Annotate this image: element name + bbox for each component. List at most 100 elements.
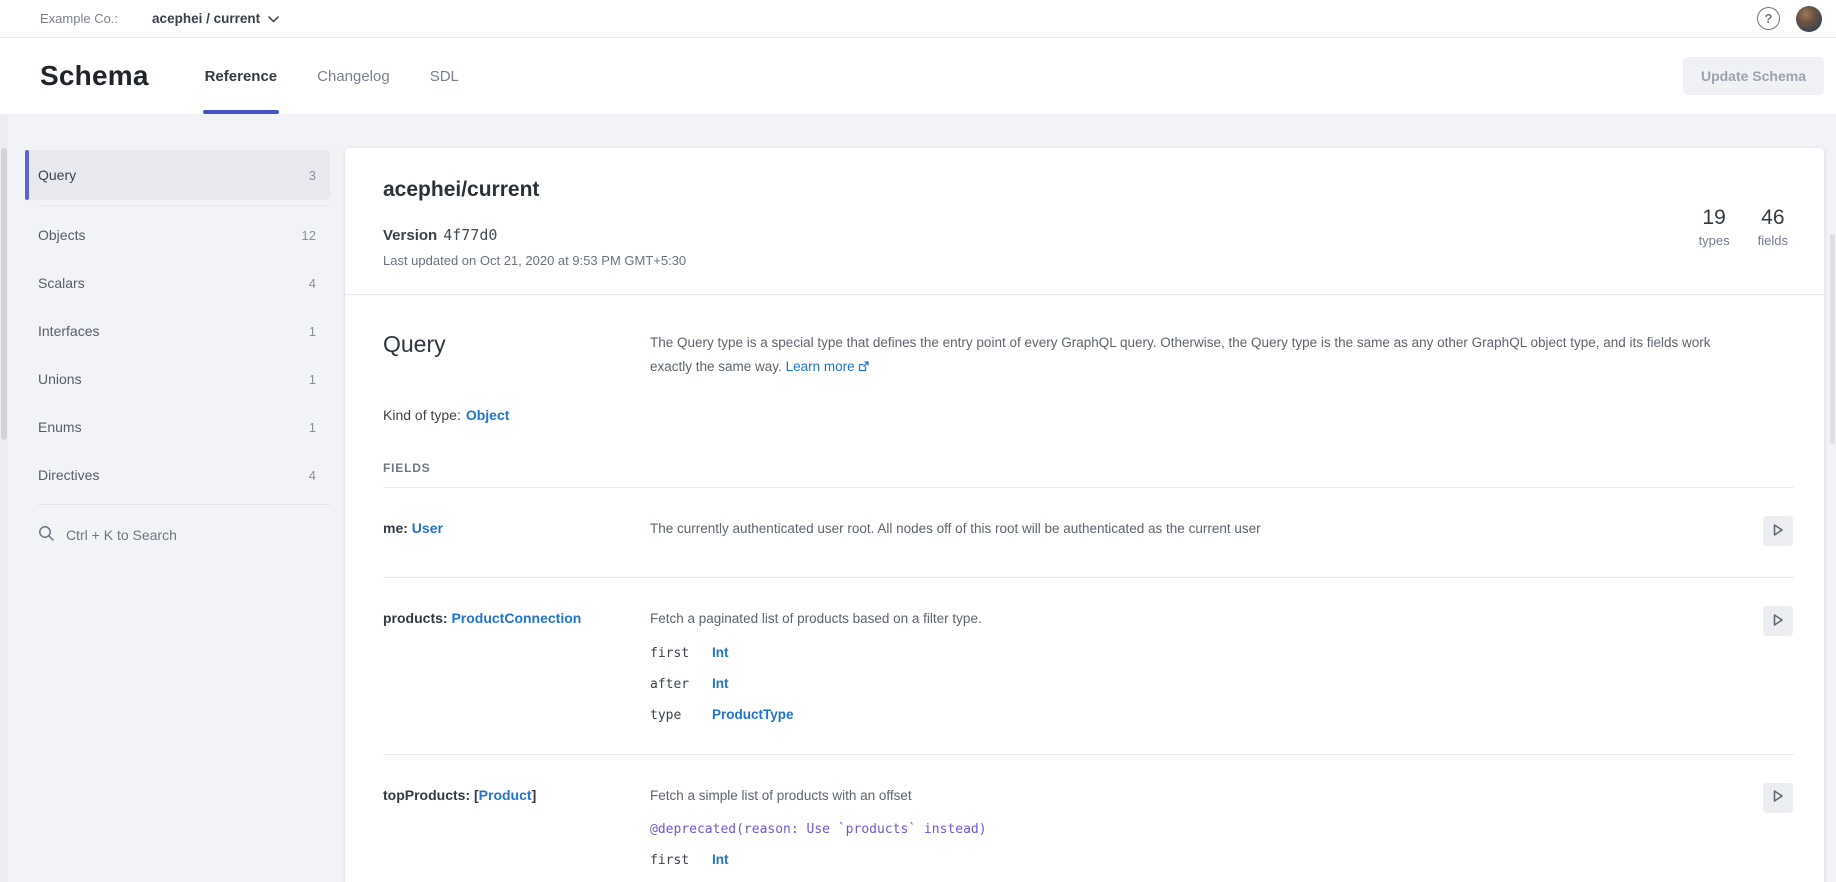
sidebar-divider [38,504,330,505]
tab-sdl[interactable]: SDL [428,38,461,114]
sidebar-item-count: 1 [309,324,316,339]
stat-value: 46 [1758,206,1788,230]
update-schema-button[interactable]: Update Schema [1683,57,1824,95]
tab-changelog[interactable]: Changelog [315,38,392,114]
sidebar-item-count: 4 [309,276,316,291]
run-in-explorer-button[interactable] [1763,516,1793,546]
tab-reference[interactable]: Reference [203,38,280,114]
learn-more-link[interactable]: Learn more [786,359,855,374]
argument-type-link[interactable]: Int [712,852,729,867]
argument-row: after Int [650,676,1755,692]
sidebar-item-interfaces[interactable]: Interfaces 1 [25,307,330,355]
schema-search-trigger[interactable]: Ctrl + K to Search [25,511,330,559]
argument-type-link[interactable]: ProductType [712,707,794,722]
page-body: Query 3 Objects 12 Scalars 4 Interfaces … [0,114,1836,882]
chevron-down-icon [268,10,279,28]
type-name: Query [383,331,650,379]
stat-label: types [1699,233,1730,248]
help-icon[interactable]: ? [1757,7,1780,30]
sidebar-item-label: Scalars [38,275,85,291]
sidebar-item-count: 1 [309,420,316,435]
argument-name: type [650,708,712,723]
type-section: Query The Query type is a special type t… [345,295,1824,882]
page-header: Schema Reference Changelog SDL Update Sc… [0,38,1836,114]
sidebar-item-directives[interactable]: Directives 4 [25,451,330,499]
argument-row: first Int [650,645,1755,661]
kind-label: Kind of type: [383,407,461,423]
graph-selector-label: acephei / current [152,11,260,26]
type-description: The Query type is a special type that de… [650,331,1755,379]
kind-of-type-row: Kind of type: Object [383,407,1794,423]
sidebar-item-label: Enums [38,419,82,435]
field-description: Fetch a simple list of products with an … [650,786,1755,806]
version-label: Version [383,227,437,244]
search-hint: Ctrl + K to Search [66,527,177,543]
argument-name: first [650,853,712,868]
sidebar-item-label: Query [38,167,76,183]
field-details: Fetch a paginated list of products based… [650,609,1755,722]
field-row: me: User The currently authenticated use… [383,488,1794,578]
field-name: me: User [383,519,650,536]
sidebar-item-label: Directives [38,467,99,483]
argument-type-link[interactable]: Int [712,676,729,691]
top-bar: Example Co.: acephei / current ? [0,0,1836,38]
schema-card: acephei/current Version4f77d0 Last updat… [345,148,1824,882]
run-in-explorer-button[interactable] [1763,783,1793,813]
play-icon [1771,523,1785,540]
field-type-suffix: ] [532,787,537,803]
field-type-link[interactable]: Product [479,787,532,803]
field-name-text: me: [383,520,412,536]
graph-selector[interactable]: acephei / current [152,10,279,28]
field-description: The currently authenticated user root. A… [650,519,1755,539]
tab-bar: Reference Changelog SDL [185,38,479,114]
play-icon [1771,613,1785,630]
argument-row: first Int [650,852,1755,868]
field-row: topProducts: [Product] Fetch a simple li… [383,755,1794,882]
last-updated: Last updated on Oct 21, 2020 at 9:53 PM … [383,253,1794,268]
sidebar-item-label: Unions [38,371,82,387]
stat-value: 19 [1699,206,1730,230]
sidebar-item-label: Interfaces [38,323,99,339]
external-link-icon [858,356,869,380]
sidebar-item-objects[interactable]: Objects 12 [25,211,330,259]
argument-name: first [650,646,712,661]
field-details: The currently authenticated user root. A… [650,519,1755,539]
field-name-text: topProducts: [383,787,474,803]
argument-type-link[interactable]: Int [712,645,729,660]
field-name-text: products: [383,610,451,626]
right-scrollbar[interactable] [1830,228,1836,882]
stat-label: fields [1758,233,1788,248]
schema-stats: 19 types 46 fields [1699,206,1788,248]
kind-value-link[interactable]: Object [466,407,510,423]
sidebar-item-count: 1 [309,372,316,387]
field-args: first Int after Int type ProductType [650,645,1755,723]
play-icon [1771,789,1785,806]
left-scrollbar-thumb[interactable] [1,148,7,440]
sidebar-item-scalars[interactable]: Scalars 4 [25,259,330,307]
field-row: products: ProductConnection Fetch a pagi… [383,578,1794,754]
stat-types: 19 types [1699,206,1730,248]
field-args: first Int [650,852,1755,868]
right-scrollbar-thumb[interactable] [1830,234,1835,444]
sidebar-item-enums[interactable]: Enums 1 [25,403,330,451]
sidebar-item-unions[interactable]: Unions 1 [25,355,330,403]
field-name: products: ProductConnection [383,609,650,626]
stat-fields: 46 fields [1758,206,1788,248]
sidebar-item-label: Objects [38,227,85,243]
search-icon [38,525,55,545]
fields-list: me: User The currently authenticated use… [383,488,1794,882]
sidebar-divider [38,205,330,206]
org-label: Example Co.: [40,11,118,26]
fields-section-label: FIELDS [383,461,1794,488]
sidebar-item-count: 12 [302,228,316,243]
field-name: topProducts: [Product] [383,786,650,803]
avatar[interactable] [1796,6,1822,32]
left-scrollbar[interactable] [0,114,8,882]
field-type-link[interactable]: User [412,520,443,536]
sidebar-item-query[interactable]: Query 3 [25,150,330,200]
version-value: 4f77d0 [443,226,497,244]
field-type-link[interactable]: ProductConnection [451,610,581,626]
sidebar-item-count: 3 [309,168,316,183]
argument-row: type ProductType [650,707,1755,723]
run-in-explorer-button[interactable] [1763,606,1793,636]
